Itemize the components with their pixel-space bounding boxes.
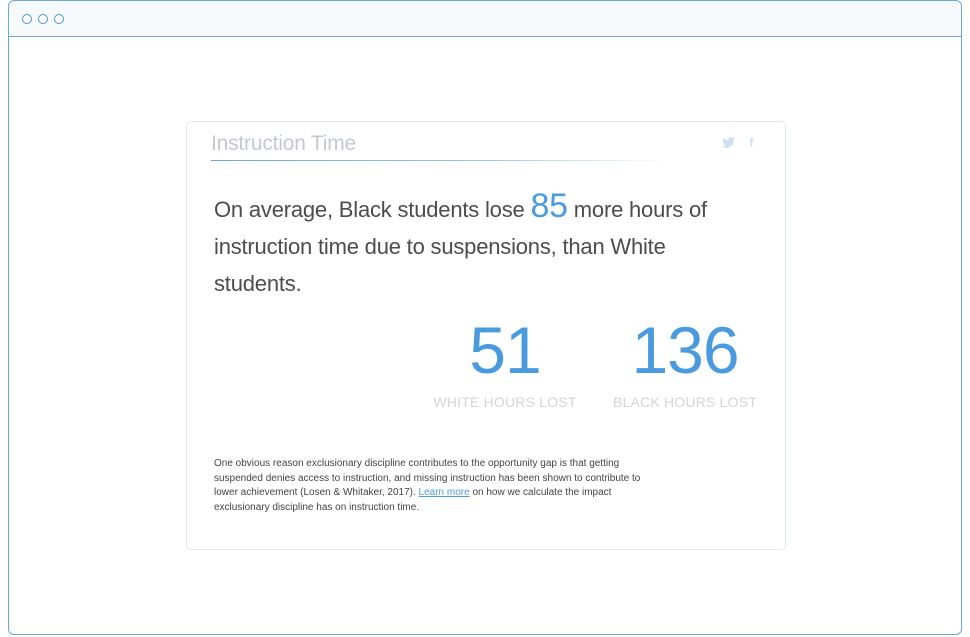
white-hours-value: 51 xyxy=(469,313,541,387)
facebook-glyph: f xyxy=(750,136,755,148)
black-hours-stat: 136 BLACK HOURS LOST xyxy=(610,312,760,410)
lead-part-3: instruction xyxy=(214,234,313,259)
window-dot-3[interactable] xyxy=(54,14,64,24)
card-title: Instruction Time xyxy=(211,132,357,155)
twitter-icon[interactable] xyxy=(722,135,735,153)
white-hours-label: WHITE HOURS LOST xyxy=(433,394,577,410)
lead-statement: On average, Black students lose 85 more … xyxy=(214,188,754,302)
window-titlebar xyxy=(9,1,961,37)
window-dot-2[interactable] xyxy=(38,14,48,24)
title-underline xyxy=(211,160,669,161)
footnote: One obvious reason exclusionary discipli… xyxy=(214,457,654,515)
window-dot-1[interactable] xyxy=(22,14,32,24)
facebook-icon[interactable]: f xyxy=(749,135,756,153)
black-hours-value: 136 xyxy=(631,313,739,387)
learn-more-link[interactable]: Learn more xyxy=(419,487,470,498)
hours-difference-value: 85 xyxy=(530,187,568,225)
instruction-time-card: Instruction Time f On average, Black stu… xyxy=(186,121,786,550)
black-hours-label: BLACK HOURS LOST xyxy=(612,394,757,410)
lead-part-1: On average, Black students lose xyxy=(214,197,531,222)
white-hours-stat: 51 WHITE HOURS LOST xyxy=(430,312,580,410)
lead-part-2: more hours of xyxy=(567,197,707,222)
